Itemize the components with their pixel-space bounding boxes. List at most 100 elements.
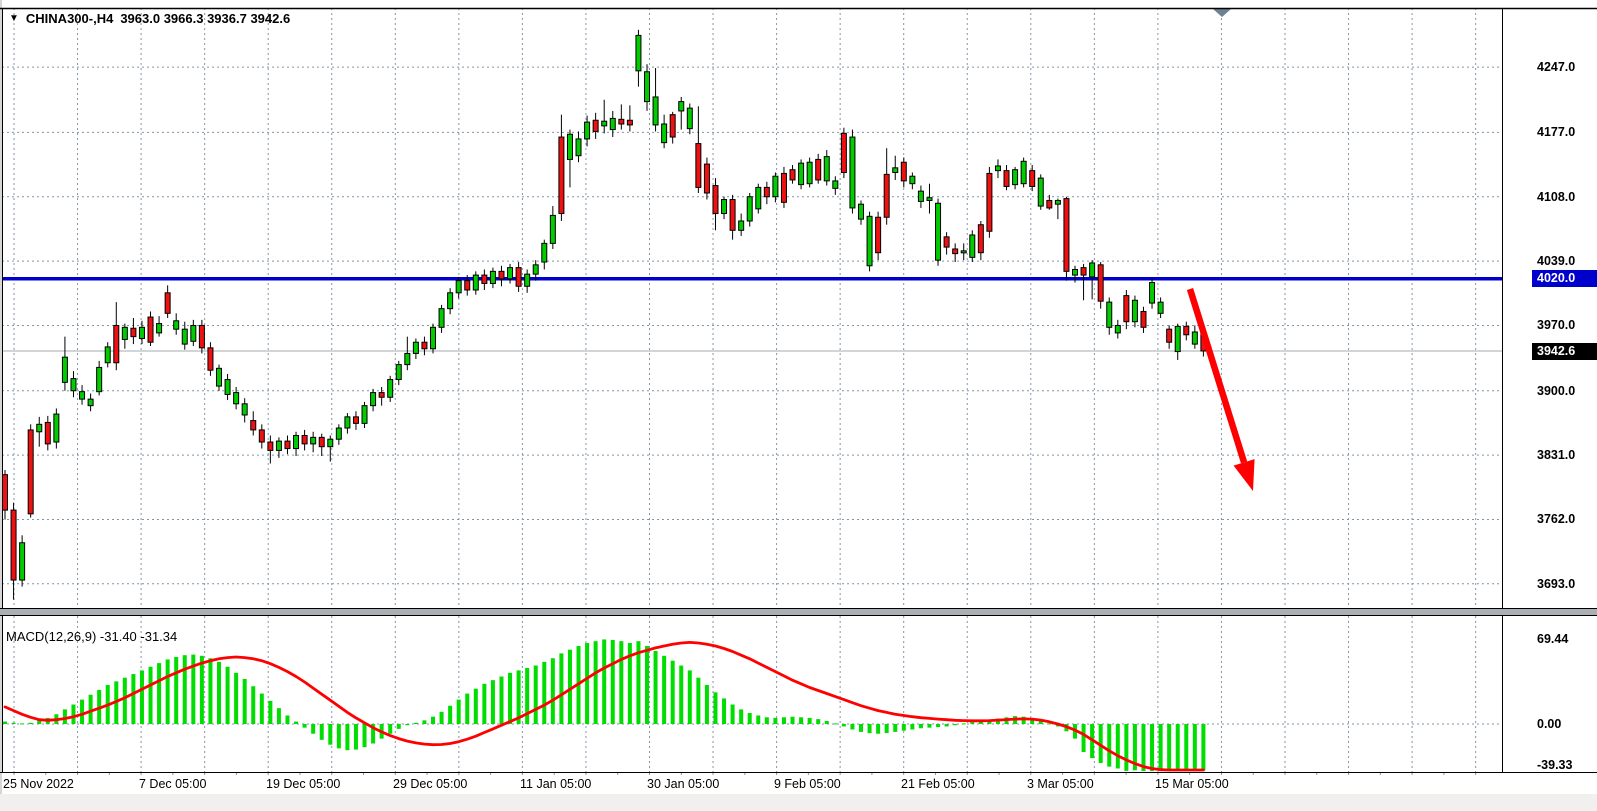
candle [773,172,778,202]
macd-bar [739,709,743,724]
macd-bar [251,686,255,724]
candle [396,361,401,385]
macd-bar [765,717,769,724]
candle [1167,325,1172,348]
candle [704,158,709,200]
candle [148,311,153,346]
candle [157,316,162,337]
candle [876,212,881,260]
macd-bar [791,717,795,724]
macd-bar [440,712,444,724]
level-lines [2,279,1502,351]
candle [448,288,453,314]
macd-bar [868,724,872,733]
candle [1004,165,1009,190]
blue-price-tag: 4020.0 [1532,270,1597,287]
macd-bar [679,666,683,724]
candle [525,269,530,292]
macd-bar [927,724,931,728]
macd-bar [816,719,820,724]
candle [379,387,384,406]
candle [242,398,247,422]
candle [893,156,898,180]
macd-bar [311,724,315,734]
time-axis-label: 11 Jan 05:00 [520,778,591,791]
candle [550,206,555,249]
annotations-layer[interactable] [1190,9,1255,491]
macd-bar [970,722,974,724]
macd-bar [149,667,153,724]
trend-arrow-head[interactable] [1234,459,1255,491]
macd-bar [902,724,906,731]
candle [114,302,119,370]
candle [619,104,624,129]
macd-bar [893,724,897,732]
macd-bar [1176,724,1180,771]
macd-bar [773,718,777,724]
macd-bar [354,724,358,750]
candle [542,240,547,270]
candle [867,212,872,272]
collapse-triangle-icon[interactable]: ▼ [9,14,19,24]
macd-bar [602,639,606,724]
candle [1055,199,1060,220]
macd-bar [542,662,546,724]
time-axis-label: 9 Feb 05:00 [774,778,841,791]
candle [739,214,744,236]
candle [567,130,572,188]
candle [11,503,16,600]
macd-bar [885,724,889,733]
macd-bar [953,724,957,725]
macd-bar [619,641,623,724]
candle [28,424,33,517]
macd-bar [388,724,392,734]
candle [345,413,350,434]
candle [482,269,487,290]
trend-arrow-line[interactable] [1190,289,1244,462]
macd-bar [1107,724,1111,767]
chart-shift-marker-icon[interactable] [1213,9,1231,17]
macd-bar [876,724,880,734]
candle [516,262,521,292]
candle [251,411,256,435]
macd-bar [285,715,289,724]
macd-bar [303,724,307,728]
macd-bar [499,676,503,724]
time-axis-label: 21 Feb 05:00 [901,778,975,791]
ohlc-quote: 3963.0 3966.3 3936.7 3942.6 [120,11,290,26]
macd-bar [1082,724,1086,752]
candle [191,320,196,346]
time-axis-label: 30 Jan 05:00 [647,778,719,791]
macd-bar [234,673,238,724]
candle [105,342,110,367]
candle [1115,320,1120,339]
chart-canvas[interactable] [0,0,1597,811]
macd-bar [1159,724,1163,771]
candle [336,424,341,445]
macd-bar [1167,724,1171,771]
macd-bar [662,656,666,724]
macd-bar [12,723,16,724]
price-axis-label: 4039.0 [1537,255,1575,268]
macd-bar [534,666,538,724]
macd-bar [559,653,563,724]
candle [1175,324,1180,360]
candle [670,112,675,144]
price-axis-label: 3762.0 [1537,513,1575,526]
candle [371,389,376,411]
candle [1150,279,1155,309]
macd-bar [474,689,478,724]
time-axis-label: 25 Nov 2022 [3,778,74,791]
macd-bar [722,698,726,724]
panel-splitter[interactable] [0,609,1597,615]
price-axis-label: 3970.0 [1537,319,1575,332]
price-axis-label: 3831.0 [1537,449,1575,462]
candle [833,176,838,195]
candle [54,408,59,448]
candle [388,376,393,402]
macd-bar [1150,724,1154,771]
macd-bar [645,646,649,724]
macd-bar [1124,724,1128,771]
candle [662,115,667,149]
candle [362,402,367,428]
